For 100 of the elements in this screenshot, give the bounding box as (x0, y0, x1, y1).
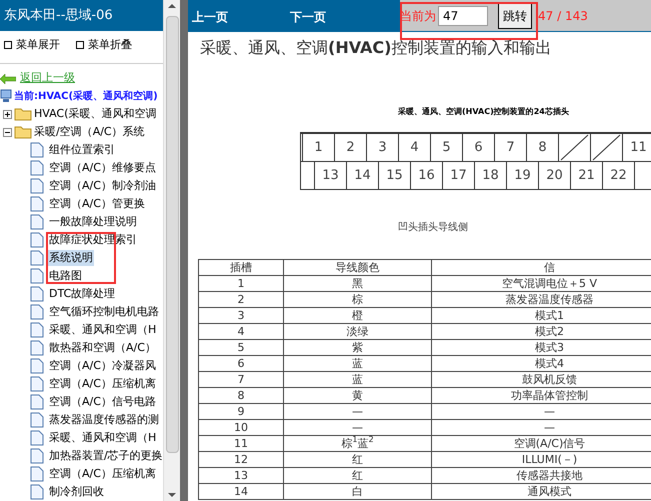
tree-item[interactable]: 系统说明 (48, 250, 94, 266)
document-icon (30, 286, 44, 302)
collapse-icon[interactable] (3, 128, 12, 136)
pin-number: 21 (571, 162, 603, 189)
tree-item[interactable]: 一般故障处理说明 (48, 214, 138, 230)
expand-icon[interactable] (3, 110, 12, 118)
pin-number: 13 (315, 162, 347, 189)
pin-number: 8 (527, 134, 559, 161)
tree-item[interactable]: 空调（A/C）管更换 (48, 196, 146, 212)
folder-icon (14, 107, 32, 121)
connector-side-caption: 凹头插头导线侧 (398, 220, 469, 235)
document-icon (30, 268, 44, 284)
table-cell: 模式2 (432, 324, 651, 340)
go-button[interactable]: 跳转 (498, 2, 532, 28)
document-title: 采暖、通风、空调(HVAC)控制装置的输入和输出 (200, 37, 552, 59)
tree-item[interactable]: 加热器装置/芯子的更换 (48, 448, 163, 464)
table-cell: 2 (198, 292, 284, 308)
table-cell: 黑 (284, 276, 432, 292)
tree-item[interactable]: 空调（A/C）冷凝器风 (48, 358, 157, 374)
pin-number: 14 (347, 162, 379, 189)
tree-item[interactable]: 电路图 (48, 268, 83, 284)
pin-number: 6 (463, 134, 495, 161)
annotation-box (46, 232, 116, 284)
current-location: 当前:HVAC(采暖、通风和空调) (14, 90, 158, 104)
table-cell: 模式1 (432, 308, 651, 324)
tree-item[interactable]: 空气循环控制电机电路 (48, 304, 160, 320)
tree-item[interactable]: 空调（A/C）压缩机离 (48, 466, 157, 482)
table-cell: 淡绿 (284, 324, 432, 340)
document-icon (30, 394, 44, 410)
document-icon (30, 466, 44, 482)
tree-item[interactable]: DTC故障处理 (48, 286, 116, 302)
scroll-thumb[interactable] (166, 16, 178, 453)
pin-number: 2 (335, 134, 367, 161)
table-cell: 蓝 (284, 372, 432, 388)
tree-item[interactable]: 组件位置索引 (48, 142, 116, 158)
pin-number: 7 (495, 134, 527, 161)
pin-number: 1 (303, 134, 335, 161)
pin-number: 22 (603, 162, 635, 189)
menu-toggle-button[interactable]: 菜单展开 (4, 36, 60, 54)
tree-folder[interactable]: HVAC(采暖、通风和空调 (34, 106, 156, 122)
tree-folder[interactable]: 采暖/空调（A/C）系统 (34, 124, 145, 140)
document-icon (30, 412, 44, 428)
pin-number: 20 (539, 162, 571, 189)
back-link[interactable]: 返回上一级 (20, 70, 75, 87)
tree-item[interactable]: 空调（A/C）信号电路 (48, 394, 157, 410)
table-cell: 棕 (284, 292, 432, 308)
table-cell: — (284, 420, 432, 436)
table-cell: 8 (198, 388, 284, 404)
table-cell: 10 (198, 420, 284, 436)
pin-number: 3 (367, 134, 399, 161)
tree-item[interactable]: 故障症状处理索引 (48, 232, 138, 248)
table-cell: 3 (198, 308, 284, 324)
tree-item[interactable]: 空调（A/C）维修要点 (48, 160, 157, 176)
pin-number: 15 (379, 162, 411, 189)
table-cell: 7 (198, 372, 284, 388)
table-cell: 通风模式 (432, 484, 651, 500)
table-cell: 1 (198, 276, 284, 292)
table-cell: 鼓风机反馈 (432, 372, 651, 388)
menu-toggle-button[interactable]: 菜单折叠 (76, 36, 132, 54)
document-icon (30, 250, 44, 266)
table-cell: 红 (284, 468, 432, 484)
tree-item[interactable]: 采暖、通风和空调（H (48, 430, 158, 446)
document-icon (30, 196, 44, 212)
document-icon (30, 142, 44, 158)
prev-page-button[interactable]: 上一页 (192, 8, 228, 26)
scroll-down-icon[interactable] (168, 493, 176, 497)
pin-number: 11 (623, 134, 651, 161)
table-cell: 模式4 (432, 356, 651, 372)
tree-item[interactable]: 空调（A/C）压缩机离 (48, 376, 157, 392)
table-cell: 9 (198, 404, 284, 420)
scroll-up-icon[interactable] (168, 4, 176, 8)
next-page-button[interactable]: 下一页 (290, 8, 326, 26)
tree-item[interactable]: 散热器和空调（A/C） (48, 340, 157, 356)
pin-number: 19 (507, 162, 539, 189)
scrollbar[interactable] (163, 0, 180, 501)
tree-item[interactable]: 蒸发器温度传感器的测 (48, 412, 160, 428)
column-header: 插槽 (198, 260, 284, 276)
sidebar-title: 东风本田--思域-06 (0, 0, 163, 32)
table-cell: 蓝 (284, 356, 432, 372)
table-cell: 空气混调电位＋5 V (432, 276, 651, 292)
page-count: 47 / 143 (538, 8, 588, 24)
page-input[interactable]: 47 (438, 6, 488, 26)
computer-icon (0, 89, 12, 104)
document-icon (30, 358, 44, 374)
tree-item[interactable]: 采暖、通风和空调（H (48, 322, 158, 338)
table-cell: 功率晶体管控制 (432, 388, 651, 404)
table-cell: 6 (198, 356, 284, 372)
pin-number: 18 (475, 162, 507, 189)
table-cell: 11 (198, 436, 284, 452)
table-cell: 黄 (284, 388, 432, 404)
tree-item[interactable]: 制冷剂回收 (48, 484, 105, 500)
table-cell: 空调(A/C)信号 (432, 436, 651, 452)
table-cell: 5 (198, 340, 284, 356)
document-icon (30, 304, 44, 320)
table-cell: 棕$^{1}$蓝$^{2}$ (284, 436, 432, 452)
tree-item[interactable]: 空调（A/C）制冷剂油 (48, 178, 157, 194)
document-icon (30, 430, 44, 446)
pin-number: 4 (399, 134, 431, 161)
table-cell: 14 (198, 484, 284, 500)
list-icon (76, 41, 84, 50)
